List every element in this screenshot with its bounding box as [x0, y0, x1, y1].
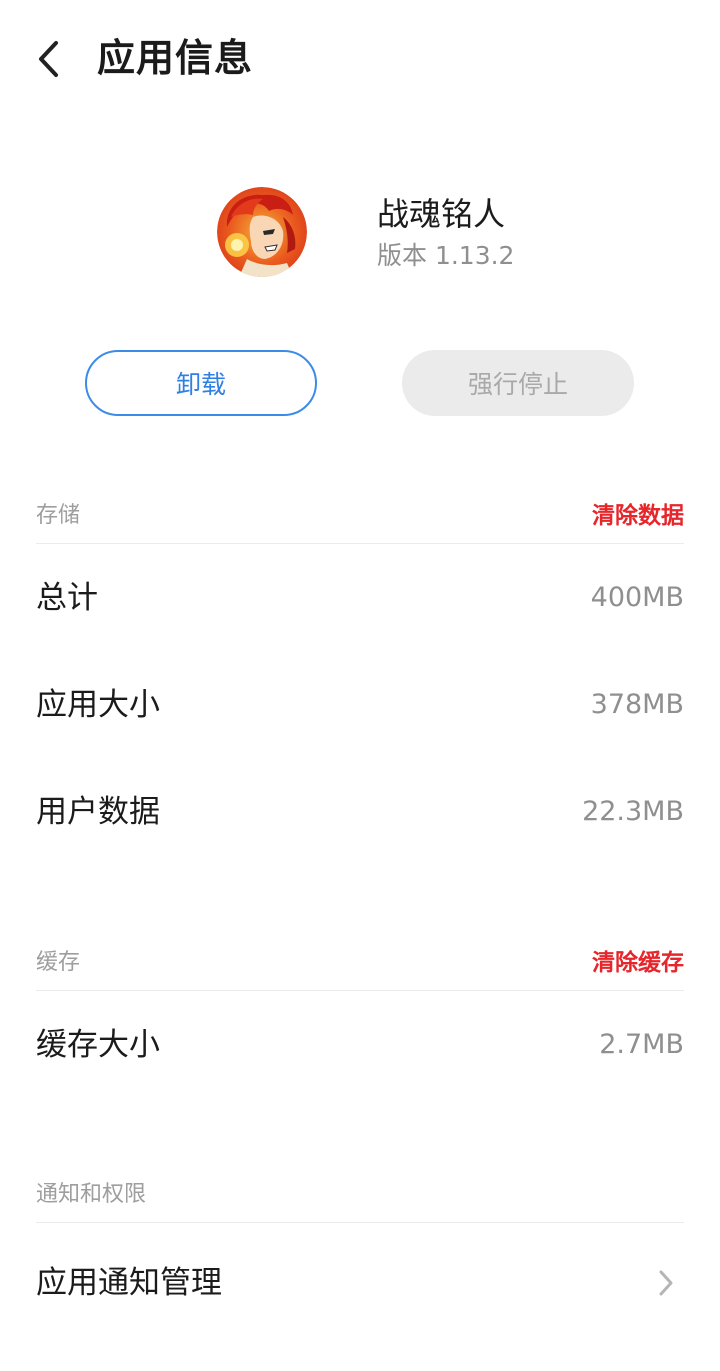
storage-row-total: 总计 400MB: [36, 545, 684, 651]
row-label: 应用通知管理: [36, 1265, 222, 1301]
force-stop-button[interactable]: 强行停止: [402, 350, 634, 416]
app-bar: 应用信息: [0, 0, 720, 118]
permissions-section-header: 通知和权限: [36, 1167, 684, 1223]
row-value: 400MB: [590, 582, 684, 613]
row-label: 应用大小: [36, 687, 160, 723]
row-value: 2.7MB: [599, 1029, 684, 1060]
storage-row-user-data: 用户数据 22.3MB: [36, 759, 684, 865]
app-version: 版本 1.13.2: [377, 241, 515, 270]
cache-section-header: 缓存 清除缓存: [36, 935, 684, 991]
chevron-left-icon: [39, 41, 58, 77]
row-value: 22.3MB: [582, 796, 684, 827]
chevron-right-icon: [659, 1270, 673, 1296]
row-label: 用户数据: [36, 794, 160, 830]
app-name: 战魂铭人: [377, 195, 506, 233]
row-label: 总计: [36, 580, 98, 616]
notification-management-row[interactable]: 应用通知管理: [36, 1230, 684, 1336]
storage-section-label: 存储: [36, 503, 81, 528]
clear-data-button[interactable]: 清除数据: [592, 500, 684, 532]
cache-section-label: 缓存: [36, 950, 81, 975]
app-icon: [217, 187, 307, 277]
permissions-section-label: 通知和权限: [36, 1182, 147, 1207]
clear-cache-button[interactable]: 清除缓存: [592, 947, 684, 979]
storage-section-header: 存储 清除数据: [36, 488, 684, 544]
row-value: 378MB: [590, 689, 684, 720]
storage-row-app-size: 应用大小 378MB: [36, 652, 684, 758]
back-button[interactable]: [24, 34, 74, 84]
uninstall-button[interactable]: 卸载: [85, 350, 317, 416]
page-title: 应用信息: [97, 36, 254, 80]
cache-row-size: 缓存大小 2.7MB: [36, 992, 684, 1098]
row-label: 缓存大小: [36, 1027, 160, 1063]
